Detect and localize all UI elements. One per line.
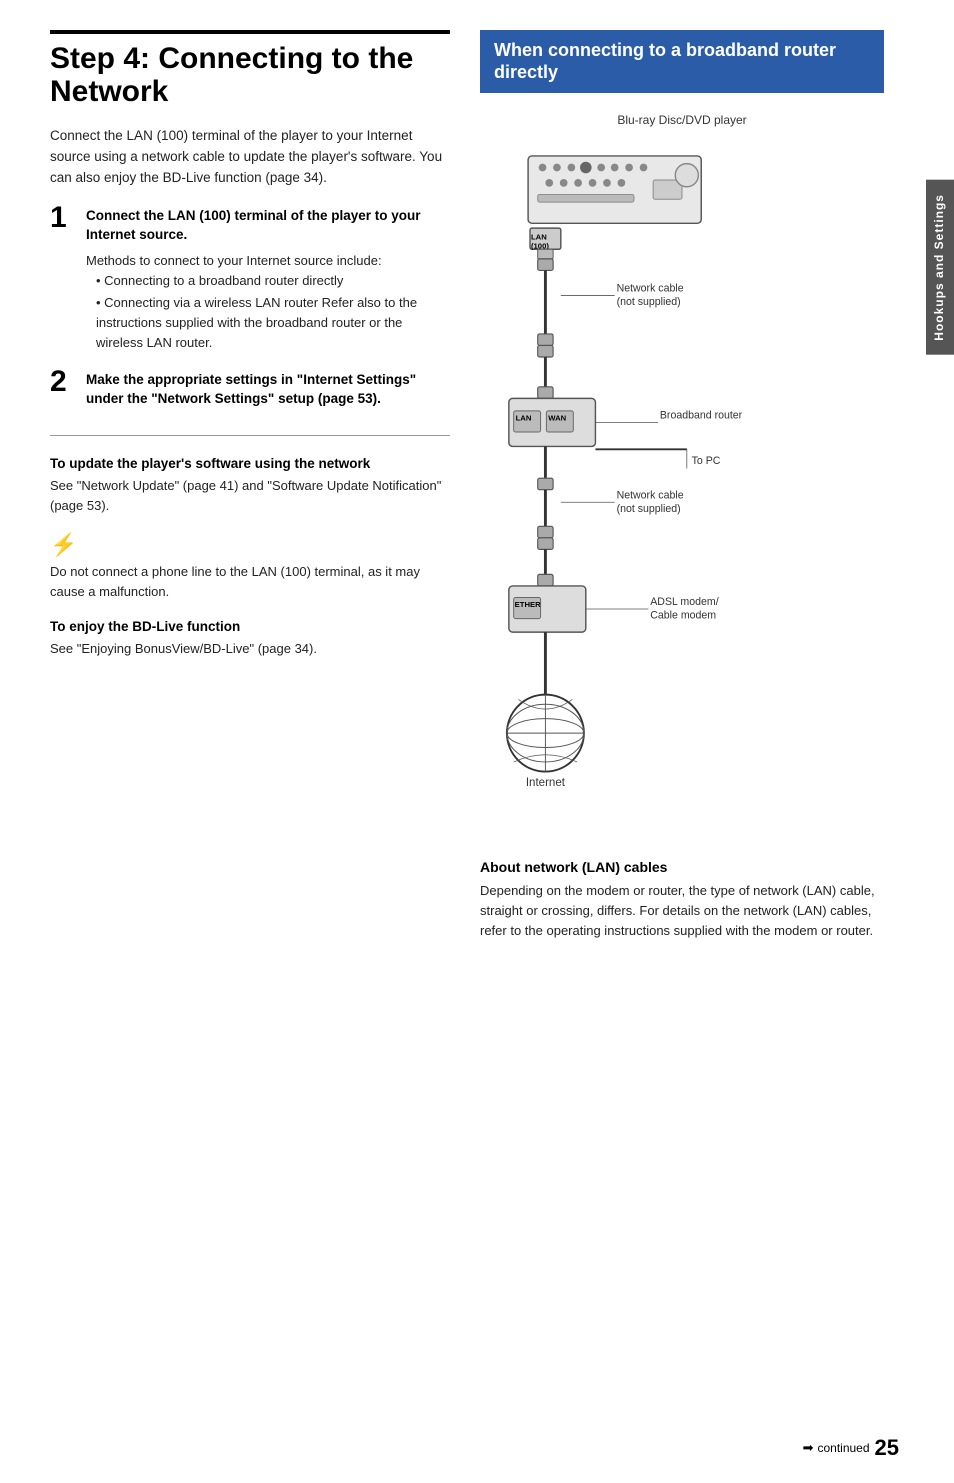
left-column: Step 4: Connecting to the Network Connec… — [50, 30, 470, 1453]
svg-text:Cable modem: Cable modem — [650, 610, 716, 622]
about-title: About network (LAN) cables — [480, 859, 884, 875]
about-body: Depending on the modem or router, the ty… — [480, 881, 884, 941]
step-2: 2 Make the appropriate settings in "Inte… — [50, 371, 450, 415]
svg-text:Internet: Internet — [526, 777, 566, 789]
continued-arrow: ➡ — [803, 1440, 814, 1456]
svg-text:Broadband router: Broadband router — [660, 410, 743, 422]
step-1-content: Connect the LAN (100) terminal of the pl… — [86, 207, 450, 355]
svg-text:LAN: LAN — [531, 233, 547, 242]
warning-body: Do not connect a phone line to the LAN (… — [50, 562, 450, 602]
main-content: Step 4: Connecting to the Network Connec… — [0, 0, 954, 1483]
page-container: Hookups and Settings Step 4: Connecting … — [0, 0, 954, 1483]
step-1-bullet-1: Connecting to a broadband router directl… — [86, 271, 450, 291]
step-2-number: 2 — [50, 367, 86, 397]
step-2-title: Make the appropriate settings in "Intern… — [86, 371, 450, 409]
intro-text: Connect the LAN (100) terminal of the pl… — [50, 126, 450, 189]
page-number: 25 — [875, 1435, 899, 1461]
svg-text:ADSL modem/: ADSL modem/ — [650, 596, 718, 608]
step-1-body: Methods to connect to your Internet sour… — [86, 251, 450, 354]
continued-text: continued — [817, 1441, 869, 1455]
divider — [50, 435, 450, 436]
step-2-content: Make the appropriate settings in "Intern… — [86, 371, 450, 415]
page-footer: ➡ continued 25 — [803, 1435, 899, 1461]
about-section: About network (LAN) cables Depending on … — [480, 859, 884, 941]
sub-section-bdlive: To enjoy the BD-Live function See "Enjoy… — [50, 619, 450, 659]
step-1-bullets: Connecting to a broadband router directl… — [86, 271, 450, 354]
step-1-bullet-2: Connecting via a wireless LAN router Ref… — [86, 293, 450, 353]
svg-text:Network cable: Network cable — [617, 283, 684, 295]
update-body: See "Network Update" (page 41) and "Soft… — [50, 476, 450, 516]
diagram-label: Blu-ray Disc/DVD player — [617, 113, 746, 127]
page-title: Step 4: Connecting to the Network — [50, 30, 450, 108]
step-1-body-intro: Methods to connect to your Internet sour… — [86, 253, 382, 268]
network-diagram: LAN (100) Network cable (not supplied) — [480, 133, 884, 833]
sub-section-warning: ⚡ Do not connect a phone line to the LAN… — [50, 532, 450, 602]
diagram-area: Blu-ray Disc/DVD player — [480, 103, 884, 843]
side-tab: Hookups and Settings — [926, 180, 954, 355]
svg-text:To PC: To PC — [692, 455, 721, 467]
sub-section-update: To update the player's software using th… — [50, 456, 450, 516]
step-1-title: Connect the LAN (100) terminal of the pl… — [86, 207, 450, 245]
step-1: 1 Connect the LAN (100) terminal of the … — [50, 207, 450, 355]
svg-text:LAN: LAN — [516, 414, 532, 423]
step-1-number: 1 — [50, 203, 86, 233]
section-header: When connecting to a broadband router di… — [480, 30, 884, 93]
update-title: To update the player's software using th… — [50, 456, 450, 471]
bdlive-body: See "Enjoying BonusView/BD-Live" (page 3… — [50, 639, 450, 659]
svg-text:WAN: WAN — [548, 414, 566, 423]
svg-text:(not supplied): (not supplied) — [617, 503, 681, 515]
warning-icon: ⚡ — [50, 532, 450, 558]
bdlive-title: To enjoy the BD-Live function — [50, 619, 450, 634]
svg-text:ETHER: ETHER — [515, 600, 542, 609]
right-column: When connecting to a broadband router di… — [470, 30, 884, 1453]
svg-text:(not supplied): (not supplied) — [617, 296, 681, 308]
svg-text:Network cable: Network cable — [617, 490, 684, 502]
